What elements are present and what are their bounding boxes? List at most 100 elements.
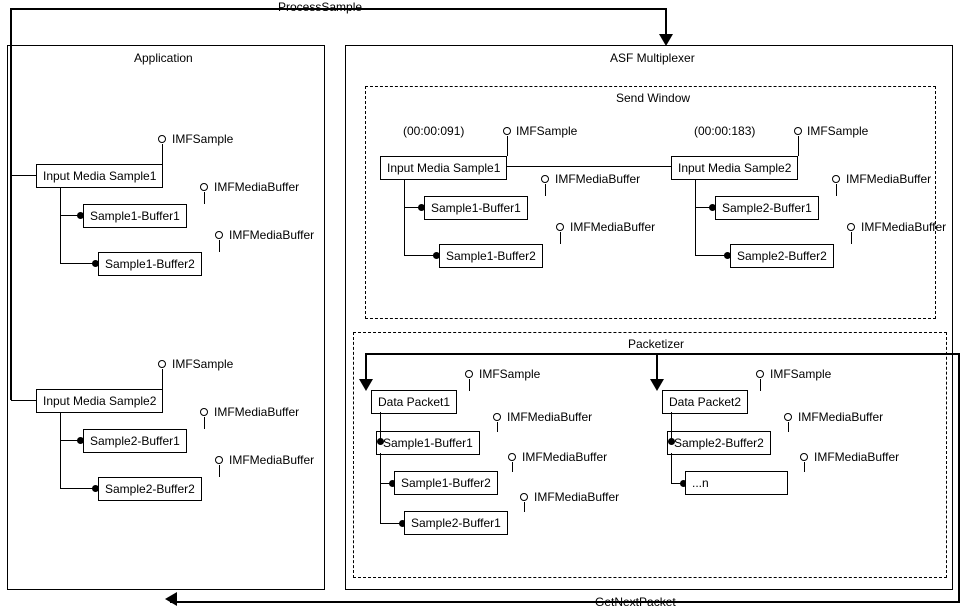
lollipop-stick: [836, 184, 837, 196]
lollipop-circle: [520, 493, 528, 501]
process-sample-line-h: [10, 8, 667, 10]
app-sample2-box: Input Media Sample2: [36, 389, 163, 413]
tree-v: [695, 179, 696, 207]
lollipop-stick: [219, 240, 220, 252]
packet2-box: Data Packet2: [662, 390, 748, 414]
app-sample2-title: Input Media Sample2: [43, 394, 156, 408]
lollipop-circle: [503, 127, 511, 135]
app-sample1-title: Input Media Sample1: [43, 169, 156, 183]
tree-h: [695, 255, 727, 256]
lollipop-circle: [200, 408, 208, 416]
pk-if-buffer: IMFMediaBuffer: [534, 490, 619, 504]
pk-if-buffer: IMFMediaBuffer: [522, 450, 607, 464]
application-panel: [7, 45, 325, 590]
app-main-link: [10, 178, 12, 400]
tree-v: [671, 453, 672, 483]
sw-if-sample: IMFSample: [807, 124, 868, 138]
dot-icon: [377, 438, 384, 445]
tree-h: [404, 255, 436, 256]
packet1-buf1: Sample1-Buffer1: [383, 436, 473, 450]
send-window-title: Send Window: [612, 91, 694, 105]
sw-sample1-title: Input Media Sample1: [387, 161, 500, 175]
lollipop-circle: [215, 456, 223, 464]
if-buffer-label: IMFMediaBuffer: [214, 180, 299, 194]
getnext-line-v-right: [958, 353, 960, 603]
lollipop-stick: [204, 192, 205, 204]
lollipop-circle: [847, 223, 855, 231]
lollipop-stick: [798, 136, 799, 156]
pk-if-buffer: IMFMediaBuffer: [814, 450, 899, 464]
diagram-root: ProcessSample GetNextPacket Application …: [0, 0, 961, 610]
app-sample2-buf1: Sample2-Buffer1: [90, 434, 180, 448]
sw-sample2-title: Input Media Sample2: [678, 161, 791, 175]
packet1-buf3: Sample2-Buffer1: [411, 516, 501, 530]
tree-v: [60, 215, 61, 263]
tree-v: [404, 207, 405, 255]
packet2-buf2-box: ...n: [685, 471, 788, 495]
packet1-buf1-box: Sample1-Buffer1: [376, 431, 480, 455]
sw-sample1-buf1-box: Sample1-Buffer1: [424, 196, 528, 220]
sw-sample2-buf1-box: Sample2-Buffer1: [715, 196, 819, 220]
tree-v: [60, 187, 61, 215]
lollipop-stick: [851, 232, 852, 244]
tree-v: [404, 179, 405, 207]
sw-sample1-time: (00:00:091): [403, 124, 464, 138]
packet2-buf1-box: Sample2-Buffer2: [667, 431, 771, 455]
application-title: Application: [130, 51, 197, 65]
app-sample2-buf1-box: Sample2-Buffer1: [83, 429, 187, 453]
app-sample2-buf2-box: Sample2-Buffer2: [98, 477, 202, 501]
arrow-getnext-end: [165, 592, 177, 606]
sw-sample1-buf2: Sample1-Buffer2: [446, 249, 536, 263]
multiplexer-title: ASF Multiplexer: [606, 51, 699, 65]
lollipop-circle: [756, 370, 764, 378]
lollipop-circle: [158, 135, 166, 143]
lollipop-stick: [497, 422, 498, 432]
tree-v: [60, 440, 61, 488]
lollipop-stick: [524, 502, 525, 512]
tree-h: [60, 263, 95, 264]
tree-v: [380, 453, 381, 483]
app-sample1-buf2: Sample1-Buffer2: [105, 257, 195, 271]
lollipop-stick: [507, 136, 508, 156]
sw-sample1-box: Input Media Sample1: [380, 156, 507, 180]
dot-icon: [668, 438, 675, 445]
lollipop-stick: [804, 462, 805, 472]
lollipop-circle: [800, 453, 808, 461]
packetizer-title: Packetizer: [624, 337, 688, 351]
lollipop-stick: [512, 462, 513, 472]
packet1-buf2: Sample1-Buffer2: [401, 476, 491, 490]
if-buffer-label: IMFMediaBuffer: [229, 453, 314, 467]
lollipop-circle: [794, 127, 802, 135]
lollipop-circle: [832, 175, 840, 183]
sw-sample2-box: Input Media Sample2: [671, 156, 798, 180]
pk-if-sample: IMFSample: [479, 367, 540, 381]
lollipop-stick: [204, 417, 205, 429]
lollipop-circle: [465, 370, 473, 378]
pk-if-buffer: IMFMediaBuffer: [507, 410, 592, 424]
getnext-line-h-bottom: [170, 601, 960, 603]
lollipop-circle: [200, 183, 208, 191]
conn: [11, 400, 36, 401]
conn: [11, 175, 36, 176]
pk-if-buffer: IMFMediaBuffer: [798, 410, 883, 424]
lollipop-stick: [469, 379, 470, 391]
packet1-buf3-box: Sample2-Buffer1: [404, 511, 508, 535]
pk-if-sample: IMFSample: [770, 367, 831, 381]
tree-v: [380, 483, 381, 523]
sw-sample2-buf2-box: Sample2-Buffer2: [730, 244, 834, 268]
flow-process-sample: ProcessSample: [278, 0, 362, 14]
app-sample1-buf1-box: Sample1-Buffer1: [83, 204, 187, 228]
packet2-buf1: Sample2-Buffer2: [674, 436, 764, 450]
lollipop-circle: [541, 175, 549, 183]
app-sample1-buf2-box: Sample1-Buffer2: [98, 252, 202, 276]
sw-sample2-time: (00:00:183): [694, 124, 755, 138]
sw-if-sample: IMFSample: [516, 124, 577, 138]
tree-h: [60, 488, 95, 489]
lollipop-stick: [760, 379, 761, 391]
if-sample-label: IMFSample: [172, 357, 233, 371]
tree-v: [60, 412, 61, 440]
packet1-title: Data Packet1: [378, 395, 450, 409]
send-window-conn: [500, 166, 680, 167]
sw-if-buffer: IMFMediaBuffer: [570, 220, 655, 234]
sw-if-buffer: IMFMediaBuffer: [555, 172, 640, 186]
